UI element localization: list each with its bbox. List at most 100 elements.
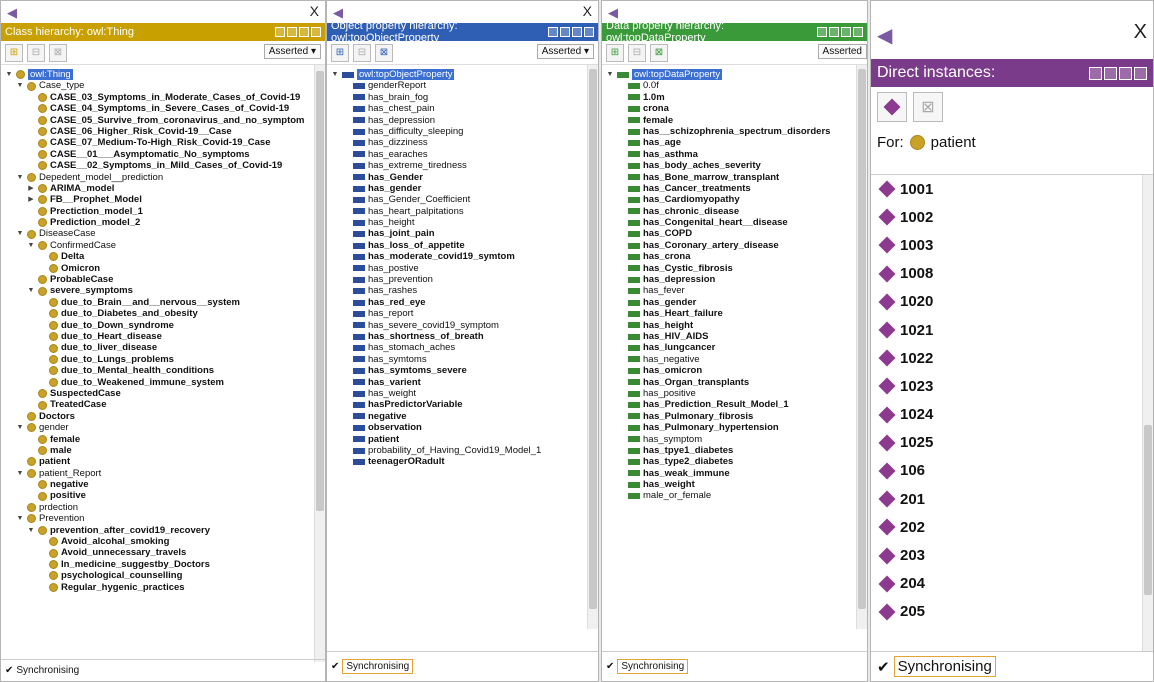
tree-node[interactable]: Regular_hygenic_practices [1, 582, 325, 593]
tree-node[interactable]: due_to_Diabetes_and_obesity [1, 308, 325, 319]
delete-property-button[interactable]: ⊠ [375, 43, 393, 62]
tree-node[interactable]: has_joint_pain [327, 228, 598, 239]
add-sibling-button[interactable]: ⊟ [628, 43, 646, 62]
tree-node[interactable]: has_Organ_transplants [602, 377, 867, 388]
tree-node[interactable]: has_tpye1_diabetes [602, 445, 867, 456]
tree-node[interactable]: has_asthma [602, 149, 867, 160]
tree-node[interactable]: has_positive [602, 388, 867, 399]
tree-node[interactable]: hasPredictorVariable [327, 399, 598, 410]
tree-node[interactable]: ▼ Prevention [1, 513, 325, 524]
delete-class-button[interactable]: ⊠ [49, 43, 67, 62]
tree-node[interactable]: due_to_liver_disease [1, 342, 325, 353]
tree-node[interactable]: has_chronic_disease [602, 206, 867, 217]
expand-toggle-icon[interactable]: ▼ [16, 172, 24, 183]
expand-toggle-icon[interactable]: ▼ [16, 513, 24, 524]
asserted-dropdown[interactable]: Asserted ▾ [536, 44, 594, 59]
data-property-tree[interactable]: ▼ owl:topDataProperty 0.0f 1.0m crona female h… [602, 65, 867, 629]
tree-node[interactable]: crona [602, 103, 867, 114]
tree-node[interactable]: has_gender [602, 297, 867, 308]
checkbox-icon[interactable]: ✔ [606, 661, 614, 672]
tree-node[interactable]: CASE__01___Asymptomatic_No_symptoms [1, 149, 325, 160]
tree-node[interactable]: CASE__02_Symptoms_in_Mild_Cases_of_Covid… [1, 160, 325, 171]
tree-node[interactable]: has_chest_pain [327, 103, 598, 114]
tree-node[interactable]: SuspectedCase [1, 388, 325, 399]
tree-node[interactable]: has_Prediction_Result_Model_1 [602, 399, 867, 410]
view-controls[interactable] [817, 27, 863, 37]
expand-toggle-icon[interactable]: ▼ [16, 228, 24, 239]
tree-node[interactable]: 1.0m [602, 92, 867, 103]
tree-node[interactable]: ▼ owl:topDataProperty [602, 69, 867, 81]
tree-node[interactable]: ▼ owl:topObjectProperty [327, 69, 598, 81]
tree-node[interactable]: has__schizophrenia_spectrum_disorders [602, 126, 867, 137]
tree-node[interactable]: ▼ ConfirmedCase [1, 240, 325, 251]
instance-item[interactable]: 202 [871, 513, 1153, 541]
class-tree[interactable]: ▼ owl:Thing ▼ Case_type CASE_03_Symptoms_in_… [1, 65, 325, 662]
tree-node[interactable]: ▼ severe_symptoms [1, 285, 325, 296]
instance-item[interactable]: 1024 [871, 401, 1153, 429]
expand-toggle-icon[interactable]: ▼ [16, 422, 24, 433]
tree-node[interactable]: has_loss_of_appetite [327, 240, 598, 251]
instances-list[interactable]: 1001 1002 1003 1008 1020 1021 1022 1023 1024 1025… [871, 174, 1153, 651]
view-controls[interactable] [1089, 66, 1147, 80]
instance-item[interactable]: 1021 [871, 316, 1153, 344]
tree-node[interactable]: Delta [1, 251, 325, 262]
checkbox-icon[interactable]: ✔ [877, 658, 890, 676]
tree-node[interactable]: has_Pulmonary_fibrosis [602, 411, 867, 422]
tree-node[interactable]: ▼ patient_Report [1, 468, 325, 479]
tree-node[interactable]: has_omicron [602, 365, 867, 376]
delete-property-button[interactable]: ⊠ [650, 43, 668, 62]
tree-node[interactable]: has_extreme_tiredness [327, 160, 598, 171]
tree-node[interactable]: In_medicine_suggestby_Doctors [1, 559, 325, 570]
close-button[interactable]: X [310, 3, 319, 19]
tree-node[interactable]: observation [327, 422, 598, 433]
tree-node[interactable]: has_depression [327, 115, 598, 126]
tree-node[interactable]: due_to_Weakened_immune_system [1, 377, 325, 388]
tree-node[interactable]: has_report [327, 308, 598, 319]
tree-node[interactable]: CASE_07_Medium-To-High_Risk_Covid-19_Cas… [1, 137, 325, 148]
tree-node[interactable]: due_to_Brain__and__nervous__system [1, 297, 325, 308]
tree-node[interactable]: ▼ prevention_after_covid19_recovery [1, 525, 325, 536]
tree-node[interactable]: genderReport [327, 80, 598, 91]
instance-item[interactable]: 203 [871, 541, 1153, 569]
instance-item[interactable]: 1002 [871, 203, 1153, 231]
tree-node[interactable]: ▼ Depedent_model__prediction [1, 172, 325, 183]
tree-node[interactable]: has_difficulty_sleeping [327, 126, 598, 137]
expand-toggle-icon[interactable]: ▼ [5, 69, 13, 80]
instance-item[interactable]: 1022 [871, 344, 1153, 372]
tree-node[interactable]: has_earaches [327, 149, 598, 160]
tree-node[interactable]: has_height [327, 217, 598, 228]
tree-node[interactable]: due_to_Heart_disease [1, 331, 325, 342]
tree-node[interactable]: has_crona [602, 251, 867, 262]
tree-node[interactable]: has_symtoms [327, 354, 598, 365]
tree-node[interactable]: has_brain_fog [327, 92, 598, 103]
tree-node[interactable]: has_weight [327, 388, 598, 399]
tree-node[interactable]: female [1, 434, 325, 445]
instance-item[interactable]: 1025 [871, 429, 1153, 457]
instance-item[interactable]: 205 [871, 598, 1153, 626]
add-subclass-button[interactable]: ⊞ [5, 43, 23, 62]
tree-node[interactable]: has_shortness_of_breath [327, 331, 598, 342]
add-sibling-button[interactable]: ⊟ [353, 43, 371, 62]
tree-node[interactable]: has_fever [602, 285, 867, 296]
tree-node[interactable]: psychological_counselling [1, 570, 325, 581]
asserted-dropdown[interactable]: Asserted ▾ [263, 44, 321, 59]
tree-node[interactable]: has_severe_covid19_symptom [327, 320, 598, 331]
tree-node[interactable]: has_weak_immune [602, 468, 867, 479]
tree-node[interactable]: Omicron [1, 263, 325, 274]
tree-node[interactable]: has_HIV_AIDS [602, 331, 867, 342]
tree-node[interactable]: ▶ ARIMA_model [1, 183, 325, 194]
tree-node[interactable]: has_age [602, 137, 867, 148]
tree-node[interactable]: patient [1, 456, 325, 467]
tree-node[interactable]: Avoid_alcohal_smoking [1, 536, 325, 547]
tree-node[interactable]: has_symptom [602, 434, 867, 445]
instance-item[interactable]: 1008 [871, 260, 1153, 288]
tree-node[interactable]: female [602, 115, 867, 126]
tree-node[interactable]: has_height [602, 320, 867, 331]
tree-node[interactable]: ▼ DiseaseCase [1, 228, 325, 239]
tree-node[interactable]: has_Gender_Coefficient [327, 194, 598, 205]
tree-node[interactable]: has_heart_palpitations [327, 206, 598, 217]
tree-node[interactable]: has_Gender [327, 172, 598, 183]
add-subproperty-button[interactable]: ⊞ [606, 43, 624, 62]
tree-node[interactable]: has_Bone_marrow_transplant [602, 172, 867, 183]
view-controls[interactable] [275, 27, 321, 37]
